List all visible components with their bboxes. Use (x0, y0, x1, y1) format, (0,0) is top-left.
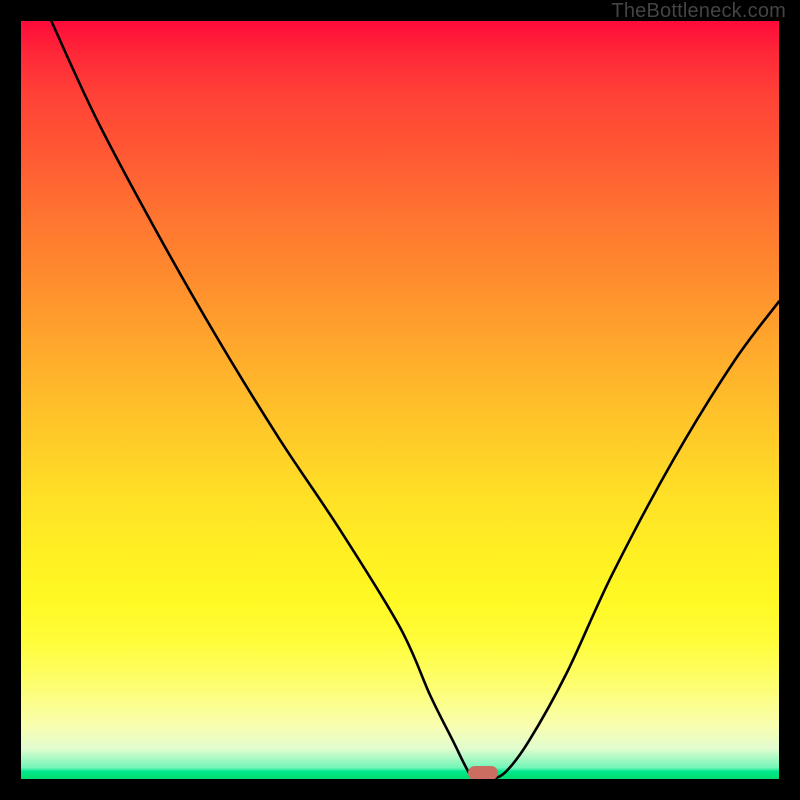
watermark-text: TheBottleneck.com (611, 0, 786, 23)
bottleneck-curve (21, 21, 779, 779)
chart-frame: TheBottleneck.com (0, 0, 800, 800)
bottleneck-marker (468, 766, 498, 779)
plot-area (21, 21, 779, 779)
